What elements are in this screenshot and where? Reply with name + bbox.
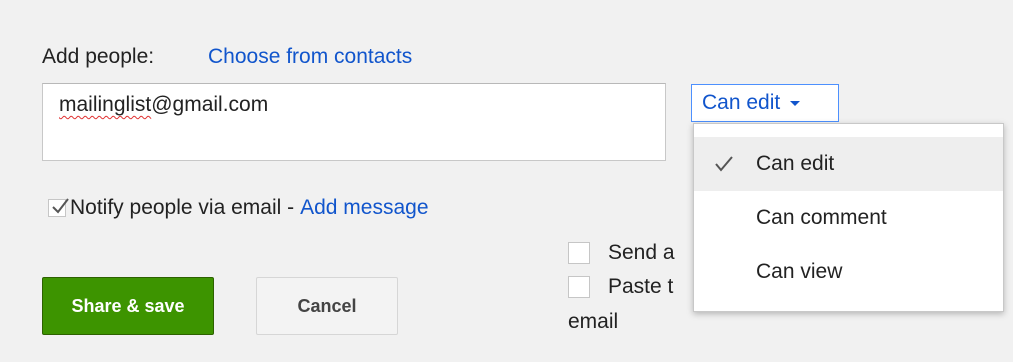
permission-dropdown-label: Can edit	[702, 91, 781, 114]
share-save-button[interactable]: Share & save	[42, 277, 214, 335]
permission-dropdown-button[interactable]: Can edit	[691, 84, 839, 122]
menu-item-can-comment[interactable]: Can comment	[694, 191, 1003, 245]
checkmark-icon	[52, 198, 69, 214]
menu-item-label: Can edit	[756, 152, 835, 175]
notify-row: Notify people via email - Add message	[48, 196, 429, 220]
send-option-row: Send a	[568, 241, 675, 265]
checkmark-icon	[715, 156, 733, 172]
menu-item-label: Can view	[756, 260, 843, 283]
paste-option-row: Paste t	[568, 275, 673, 299]
add-people-input[interactable]: mailinglist@gmail.com	[42, 83, 666, 161]
email-value: mailinglist@gmail.com	[59, 93, 268, 116]
send-option-checkbox[interactable]	[568, 242, 590, 264]
notify-label: Notify people via email -	[70, 196, 295, 219]
email-value-rest: @gmail.com	[151, 93, 269, 116]
add-people-label: Add people:	[42, 45, 155, 68]
paste-option-label-continued: email	[568, 310, 619, 333]
add-message-link[interactable]: Add message	[300, 196, 428, 220]
cancel-button[interactable]: Cancel	[256, 277, 398, 335]
notify-checkbox[interactable]	[48, 198, 69, 217]
menu-item-label: Can comment	[756, 206, 887, 229]
send-option-label: Send a	[608, 241, 675, 264]
spellcheck-underlined-text: mailinglist	[59, 93, 152, 116]
paste-option-label: Paste t	[608, 275, 674, 298]
permission-dropdown-menu: Can edit Can comment Can view	[693, 123, 1004, 312]
menu-item-can-view[interactable]: Can view	[694, 245, 1003, 299]
choose-from-contacts-link[interactable]: Choose from contacts	[208, 45, 412, 69]
chevron-down-icon	[790, 100, 801, 106]
paste-option-checkbox[interactable]	[568, 276, 590, 298]
menu-item-can-edit[interactable]: Can edit	[694, 137, 1003, 191]
share-dialog-panel: Add people: Choose from contacts mailing…	[0, 0, 1013, 362]
